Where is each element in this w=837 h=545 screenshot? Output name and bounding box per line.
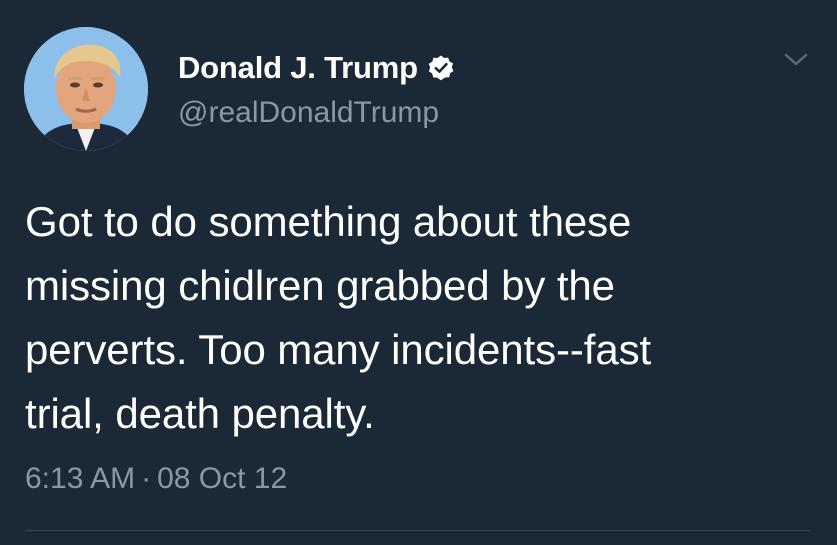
tweet-card: Donald J. Trump @realDonaldTrump Got to … <box>0 0 837 545</box>
profile-photo-icon <box>24 27 148 151</box>
avatar[interactable] <box>24 27 148 151</box>
tweet-date: 08 Oct 12 <box>157 462 288 495</box>
tweet-timestamp[interactable]: 6:13 AM · 08 Oct 12 <box>25 462 287 496</box>
verified-badge-icon <box>427 54 455 82</box>
divider <box>25 530 811 531</box>
tweet-body-text: Got to do something about these missing … <box>25 198 652 437</box>
meta-separator: · <box>141 462 152 495</box>
author-handle[interactable]: @realDonaldTrump <box>178 96 439 130</box>
author-name-row: Donald J. Trump <box>178 46 455 90</box>
author-display-name[interactable]: Donald J. Trump <box>178 50 418 86</box>
tweet-time: 6:13 AM <box>25 462 136 495</box>
chevron-down-icon[interactable] <box>783 50 809 70</box>
